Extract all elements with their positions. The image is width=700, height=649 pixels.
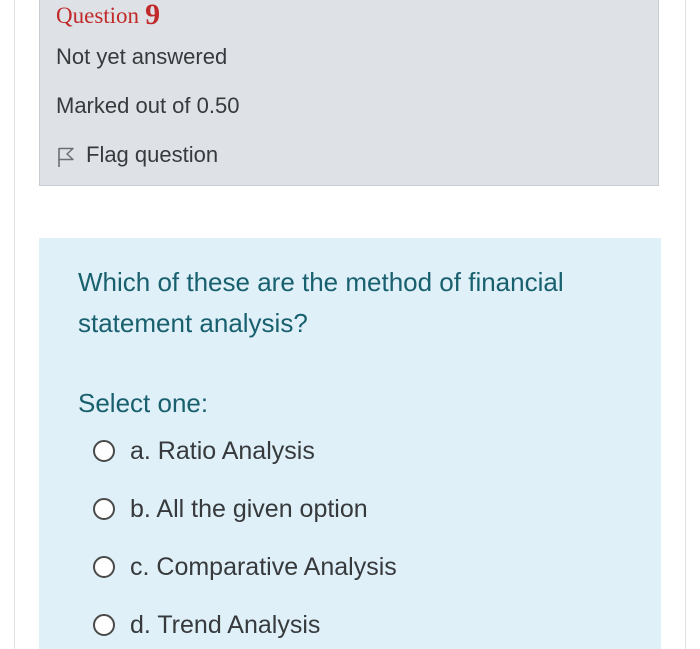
question-number: 9 [145,0,161,31]
radio-button-d[interactable] [93,614,115,636]
page-border-left [14,0,15,649]
question-heading-label: Question [56,3,140,28]
flag-question-label: Flag question [86,142,219,167]
question-info-panel: Question 9 Not yet answered Marked out of… [39,0,659,186]
radio-button-c[interactable] [93,556,115,578]
radio-button-a[interactable] [93,440,115,462]
answer-option-c[interactable]: c. Comparative Analysis [93,552,397,582]
question-heading: Question 9 [56,0,160,31]
question-formulation: Which of these are the method of financi… [39,238,661,649]
answer-option-d[interactable]: d. Trend Analysis [93,610,320,640]
question-grade: Marked out of 0.50 [56,93,240,118]
answer-prompt: Select one: [78,388,209,418]
quiz-page: Question 9 Not yet answered Marked out of… [0,0,700,649]
flag-question-link[interactable]: Flag question [56,141,218,169]
flag-outline-icon [56,146,76,168]
question-state: Not yet answered [56,44,228,69]
page-border-right [685,0,686,649]
answer-option-a[interactable]: a. Ratio Analysis [93,436,315,466]
question-text: Which of these are the method of financi… [78,267,564,338]
answer-label-d[interactable]: d. Trend Analysis [130,610,320,640]
answer-label-a[interactable]: a. Ratio Analysis [130,436,315,466]
answer-label-b[interactable]: b. All the given option [130,494,368,524]
answer-option-b[interactable]: b. All the given option [93,494,368,524]
answer-label-c[interactable]: c. Comparative Analysis [130,552,397,582]
radio-button-b[interactable] [93,498,115,520]
